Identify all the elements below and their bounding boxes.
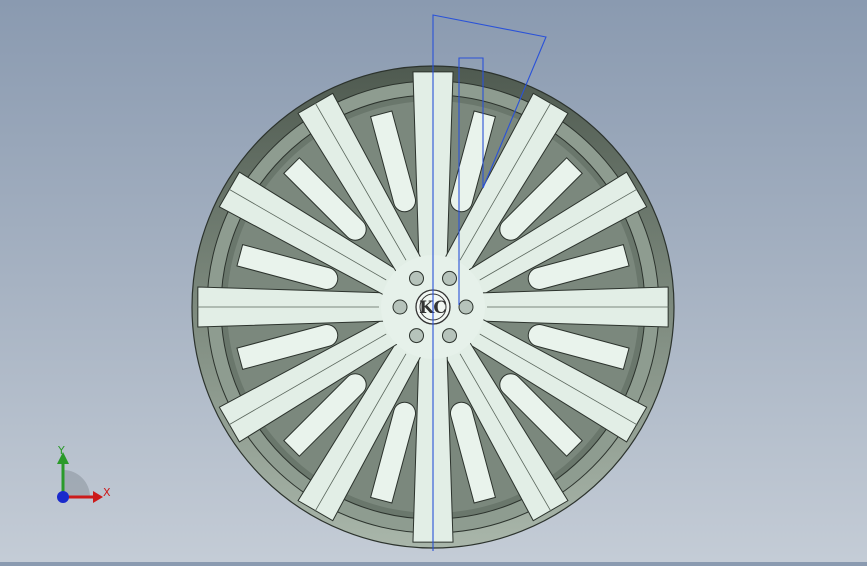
lug-hole[interactable] bbox=[458, 299, 474, 315]
lug-hole[interactable] bbox=[442, 270, 457, 286]
lug-hole[interactable] bbox=[409, 328, 424, 344]
coordinate-triad[interactable]: Y X bbox=[57, 444, 111, 503]
triad-y-label: Y bbox=[57, 444, 65, 457]
lug-hole[interactable] bbox=[392, 299, 408, 315]
cad-scene[interactable]: KC Y X bbox=[0, 0, 867, 562]
triad-z-axis bbox=[57, 491, 69, 503]
graphics-viewport[interactable]: KC Y X bbox=[0, 0, 867, 562]
lug-hole[interactable] bbox=[442, 328, 457, 344]
triad-x-label: X bbox=[103, 486, 111, 499]
triad-x-arrow bbox=[93, 491, 103, 503]
lug-hole[interactable] bbox=[409, 270, 424, 286]
